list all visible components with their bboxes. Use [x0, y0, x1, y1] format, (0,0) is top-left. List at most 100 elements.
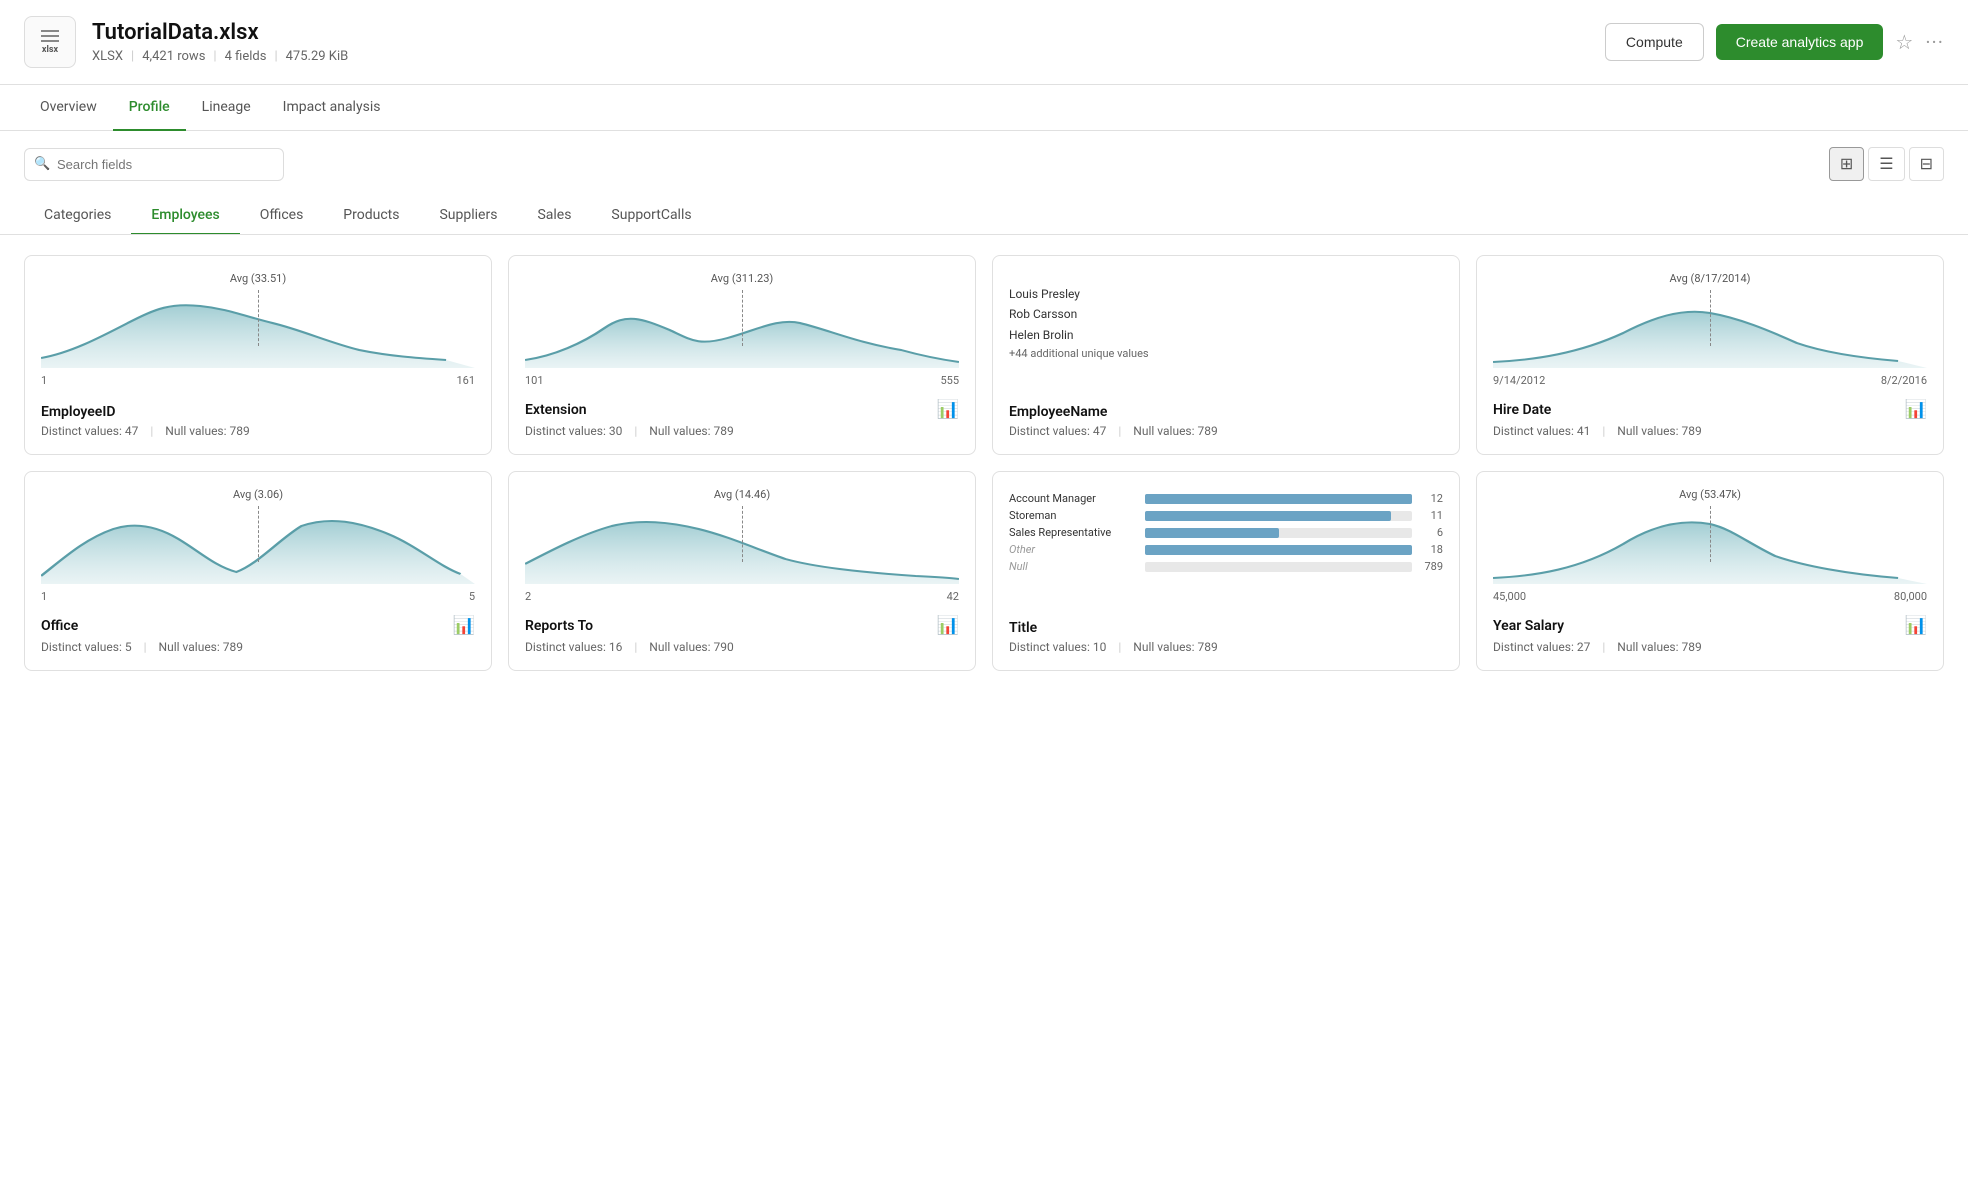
toolbar: 🔍 ⊞ ☰ ⊟ — [0, 131, 1968, 189]
card-chart-text: Louis PresleyRob CarssonHelen Brolin +44… — [1009, 272, 1443, 392]
chart-min: 45,000 — [1493, 590, 1526, 603]
file-type-label: xlsx — [42, 45, 58, 55]
file-info: TutorialData.xlsx XLSX | 4,421 rows | 4 … — [92, 20, 1589, 64]
cat-tab-offices[interactable]: Offices — [240, 197, 324, 235]
chart-icon[interactable]: 📊 — [937, 615, 959, 636]
card-stats: Distinct values: 47 | Null values: 789 — [1009, 424, 1443, 438]
chart-min: 1 — [41, 590, 47, 603]
avg-label: Avg (8/17/2014) — [1669, 272, 1750, 285]
distinct-values: Distinct values: 47 — [41, 424, 138, 438]
card-title: EmployeeID — [41, 404, 475, 420]
more-options-icon[interactable]: ··· — [1925, 30, 1944, 54]
bar-count: 789 — [1418, 560, 1443, 573]
avg-line — [1710, 290, 1711, 346]
chart-max: 161 — [456, 374, 475, 387]
card-title: Title — [1009, 620, 1443, 636]
card-footer: Title Distinct values: 10 | Null values:… — [1009, 620, 1443, 654]
bookmark-icon[interactable]: ☆ — [1895, 30, 1913, 54]
cat-tab-categories[interactable]: Categories — [24, 197, 131, 235]
bar-bg — [1145, 562, 1412, 572]
cat-tab-sales[interactable]: Sales — [517, 197, 591, 235]
stats-sep: | — [634, 424, 637, 438]
cat-tab-suppliers[interactable]: Suppliers — [419, 197, 517, 235]
list-view-button[interactable]: ☰ — [1868, 147, 1904, 181]
more-values: +44 additional unique values — [1009, 345, 1443, 364]
table-view-button[interactable]: ⊟ — [1909, 147, 1944, 181]
card-chart: Avg (33.51) 1 — [41, 272, 475, 392]
distinct-values: Distinct values: 10 — [1009, 640, 1106, 654]
avg-label: Avg (53.47k) — [1679, 488, 1741, 501]
avg-label: Avg (311.23) — [711, 272, 773, 285]
stats-sep: | — [150, 424, 153, 438]
compute-button[interactable]: Compute — [1605, 23, 1704, 61]
file-fields: 4 fields — [225, 49, 267, 64]
card-title: Account Manager 12 Storeman 11 Sales Rep… — [992, 471, 1460, 671]
cat-tab-employees[interactable]: Employees — [131, 197, 239, 235]
stats-sep: | — [144, 640, 147, 654]
card-chart: Avg (14.46) 2 — [525, 488, 959, 603]
distinct-values: Distinct values: 47 — [1009, 424, 1106, 438]
card-chart: Avg (8/17/2014) — [1493, 272, 1927, 387]
avg-label: Avg (3.06) — [233, 488, 283, 501]
bar-count: 11 — [1418, 509, 1443, 522]
card-extension: Avg (311.23) 101 — [508, 255, 976, 455]
grid-view-button[interactable]: ⊞ — [1829, 147, 1864, 181]
file-type: XLSX — [92, 49, 123, 64]
card-stats: Distinct values: 27 | Null values: 789 — [1493, 640, 1927, 654]
card-stats: Distinct values: 47 | Null values: 789 — [41, 424, 475, 438]
cards-area: Avg (33.51) 1 — [0, 235, 1968, 691]
bar-bg — [1145, 528, 1412, 538]
bar-label: Account Manager — [1009, 492, 1139, 505]
distinct-values: Distinct values: 16 — [525, 640, 622, 654]
chart-icon[interactable]: 📊 — [453, 615, 475, 636]
chart-max: 42 — [947, 590, 959, 603]
file-icon-line — [41, 35, 59, 37]
search-input[interactable] — [24, 148, 284, 181]
card-footer: EmployeeID Distinct values: 47 | Null va… — [41, 404, 475, 438]
chart-min: 2 — [525, 590, 531, 603]
card-stats: Distinct values: 41 | Null values: 789 — [1493, 424, 1927, 438]
tab-profile[interactable]: Profile — [113, 85, 186, 131]
bar-row: Other 18 — [1009, 543, 1443, 556]
stats-sep: | — [1602, 424, 1605, 438]
distinct-values: Distinct values: 5 — [41, 640, 132, 654]
bar-row: Account Manager 12 — [1009, 492, 1443, 505]
chart-range: 101 555 — [525, 374, 959, 387]
bar-fill — [1145, 511, 1391, 521]
avg-line — [742, 506, 743, 562]
header-actions: Compute Create analytics app ☆ ··· — [1605, 23, 1944, 61]
card-chart: Avg (3.06) 1 — [41, 488, 475, 603]
chart-max: 80,000 — [1894, 590, 1927, 603]
create-analytics-button[interactable]: Create analytics app — [1716, 24, 1884, 60]
distinct-values: Distinct values: 30 — [525, 424, 622, 438]
bar-label: Null — [1009, 560, 1139, 573]
chart-icon[interactable]: 📊 — [1905, 399, 1927, 420]
chart-min: 9/14/2012 — [1493, 374, 1545, 387]
tab-overview[interactable]: Overview — [24, 85, 113, 131]
card-footer: Year Salary 📊 Distinct values: 27 | Null… — [1493, 615, 1927, 654]
card-reports-to: Avg (14.46) 2 — [508, 471, 976, 671]
chart-range: 2 42 — [525, 590, 959, 603]
tab-impact-analysis[interactable]: Impact analysis — [267, 85, 397, 131]
cat-tab-supportcalls[interactable]: SupportCalls — [591, 197, 711, 235]
file-title: TutorialData.xlsx — [92, 20, 1589, 45]
chart-icon[interactable]: 📊 — [1905, 615, 1927, 636]
page-header: xlsx TutorialData.xlsx XLSX | 4,421 rows… — [0, 0, 1968, 85]
card-title-label: Hire Date — [1493, 402, 1551, 418]
bar-label: Sales Representative — [1009, 526, 1139, 539]
card-stats: Distinct values: 30 | Null values: 789 — [525, 424, 959, 438]
card-title: Reports To 📊 — [525, 615, 959, 636]
card-year-salary: Avg (53.47k) 45, — [1476, 471, 1944, 671]
chart-icon[interactable]: 📊 — [937, 399, 959, 420]
file-size: 475.29 KiB — [286, 49, 349, 64]
card-footer: Extension 📊 Distinct values: 30 | Null v… — [525, 399, 959, 438]
null-values: Null values: 789 — [1617, 424, 1701, 438]
card-footer: Reports To 📊 Distinct values: 16 | Null … — [525, 615, 959, 654]
card-office: Avg (3.06) 1 — [24, 471, 492, 671]
view-toggle: ⊞ ☰ ⊟ — [1829, 147, 1944, 181]
search-icon: 🔍 — [34, 157, 50, 172]
cat-tab-products[interactable]: Products — [323, 197, 419, 235]
tab-lineage[interactable]: Lineage — [186, 85, 267, 131]
card-footer: EmployeeName Distinct values: 47 | Null … — [1009, 404, 1443, 438]
chart-range: 45,000 80,000 — [1493, 590, 1927, 603]
